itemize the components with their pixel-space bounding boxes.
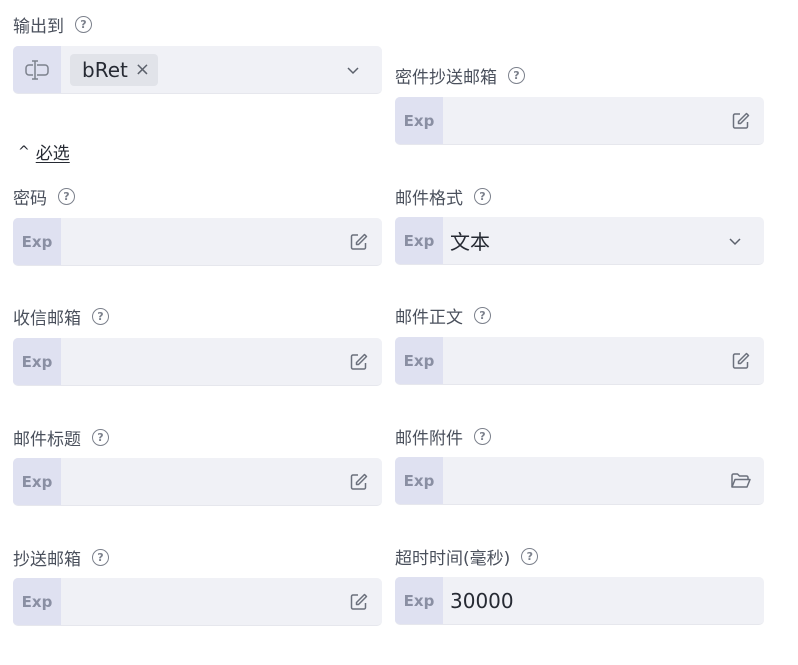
- help-icon[interactable]: ?: [474, 306, 491, 324]
- help-icon[interactable]: ?: [474, 187, 491, 205]
- body-label: 邮件正文: [395, 307, 463, 328]
- bcc-field[interactable]: Exp: [395, 97, 764, 145]
- exp-badge[interactable]: Exp: [395, 97, 443, 144]
- attachment-label: 邮件附件: [395, 428, 463, 449]
- edit-icon[interactable]: [730, 110, 752, 132]
- help-icon[interactable]: ?: [92, 548, 109, 566]
- subject-label: 邮件标题: [13, 429, 81, 450]
- help-icon[interactable]: ?: [58, 187, 75, 205]
- password-field[interactable]: Exp: [13, 218, 382, 266]
- subject-label-row: 邮件标题 ?: [13, 425, 109, 450]
- exp-badge[interactable]: Exp: [395, 337, 443, 384]
- recipient-label: 收信邮箱: [13, 308, 81, 329]
- password-label: 密码: [13, 188, 47, 209]
- help-icon[interactable]: ?: [75, 15, 92, 33]
- folder-open-icon[interactable]: [730, 470, 752, 492]
- body-label-row: 邮件正文 ?: [395, 303, 491, 328]
- exp-badge[interactable]: Exp: [13, 218, 61, 265]
- exp-badge[interactable]: Exp: [395, 577, 443, 624]
- body-field[interactable]: Exp: [395, 337, 764, 385]
- attachment-label-row: 邮件附件 ?: [395, 424, 491, 449]
- output-label: 输出到: [13, 16, 64, 37]
- help-icon[interactable]: ?: [474, 427, 491, 445]
- attachment-field[interactable]: Exp: [395, 457, 764, 505]
- mail-format-label-row: 邮件格式 ?: [395, 184, 491, 209]
- cc-label-row: 抄送邮箱 ?: [13, 545, 109, 570]
- subject-field[interactable]: Exp: [13, 458, 382, 506]
- edit-icon[interactable]: [348, 471, 370, 493]
- bcc-label-row: 密件抄送邮箱 ?: [395, 63, 525, 88]
- chevron-down-icon[interactable]: [342, 59, 364, 81]
- exp-badge[interactable]: Exp: [13, 578, 61, 625]
- chevron-down-icon[interactable]: [724, 230, 746, 252]
- cc-label: 抄送邮箱: [13, 549, 81, 570]
- password-label-row: 密码 ?: [13, 184, 75, 209]
- help-icon[interactable]: ?: [521, 547, 539, 565]
- help-icon[interactable]: ?: [92, 428, 109, 446]
- exp-badge[interactable]: Exp: [395, 457, 443, 504]
- exp-badge[interactable]: Exp: [13, 458, 61, 505]
- bcc-label: 密件抄送邮箱: [395, 67, 497, 88]
- help-icon[interactable]: ?: [508, 66, 525, 84]
- timeout-label: 超时时间(毫秒): [395, 548, 511, 569]
- cc-field[interactable]: Exp: [13, 578, 382, 626]
- timeout-value[interactable]: 30000: [450, 589, 764, 613]
- variable-cursor-icon: [13, 46, 61, 93]
- exp-badge[interactable]: Exp: [13, 338, 61, 385]
- timeout-label-row: 超时时间(毫秒) ?: [395, 544, 539, 569]
- required-section-label: 必选: [35, 144, 70, 164]
- edit-icon[interactable]: [348, 351, 370, 373]
- output-tag-label: bRet: [82, 57, 128, 82]
- edit-icon[interactable]: [348, 591, 370, 613]
- recipient-label-row: 收信邮箱 ?: [13, 304, 109, 329]
- caret-up-icon: ^: [18, 143, 30, 160]
- recipient-field[interactable]: Exp: [13, 338, 382, 386]
- edit-icon[interactable]: [730, 350, 752, 372]
- mail-format-value[interactable]: 文本: [450, 226, 724, 255]
- required-section-toggle[interactable]: ^ 必选: [18, 139, 70, 165]
- help-icon[interactable]: ?: [92, 307, 109, 325]
- timeout-field[interactable]: Exp 30000: [395, 577, 764, 625]
- edit-icon[interactable]: [348, 231, 370, 253]
- exp-badge[interactable]: Exp: [395, 217, 443, 264]
- close-icon[interactable]: ×: [135, 59, 150, 80]
- output-variable-select[interactable]: bRet ×: [13, 46, 382, 94]
- output-label-row: 输出到 ?: [13, 12, 92, 37]
- output-tag: bRet ×: [70, 53, 158, 86]
- mail-format-select[interactable]: Exp 文本: [395, 217, 764, 265]
- mail-format-label: 邮件格式: [395, 188, 463, 209]
